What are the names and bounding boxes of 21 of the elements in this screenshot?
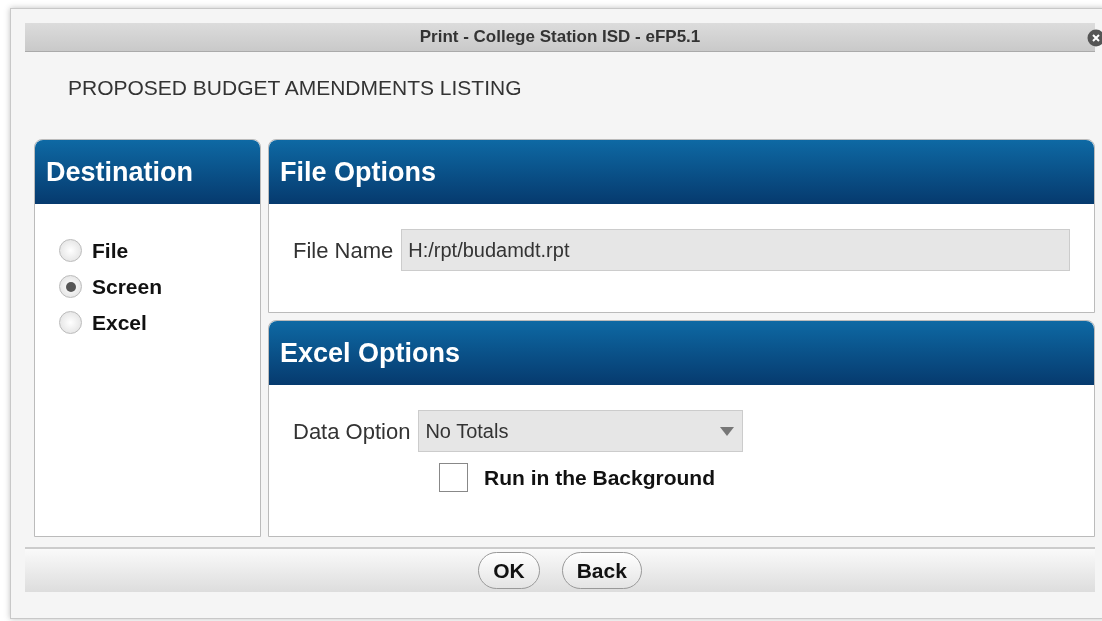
radio-button[interactable]: [59, 311, 82, 334]
data-option-dropdown[interactable]: No Totals: [418, 410, 744, 452]
radio-label: File: [92, 238, 129, 264]
radio-button[interactable]: [59, 275, 82, 298]
field-label: File Name: [293, 236, 394, 265]
close-icon[interactable]: [1087, 29, 1102, 47]
caret-icon: [720, 426, 735, 436]
window-title: Print - College Station ISD - eFP5.1: [419, 26, 701, 49]
checkbox-label: Run in the Background: [484, 465, 715, 491]
radio-button[interactable]: [59, 239, 82, 262]
checkbox[interactable]: [439, 463, 468, 493]
radio-label: Screen: [92, 274, 163, 300]
file-name-field[interactable]: H:/rpt/budamdt.rpt: [401, 229, 1070, 271]
report-title: PROPOSED BUDGET AMENDMENTS LISTING: [68, 76, 522, 99]
panel-header: Excel Options: [269, 321, 1094, 385]
radio-label: Excel: [92, 310, 147, 336]
panel-header: File Options: [269, 140, 1094, 204]
ok-button[interactable]: OK: [478, 551, 540, 590]
field-label: Data Option: [293, 417, 411, 446]
panel-header: Destination: [35, 140, 260, 204]
back-button[interactable]: Back: [561, 551, 642, 590]
